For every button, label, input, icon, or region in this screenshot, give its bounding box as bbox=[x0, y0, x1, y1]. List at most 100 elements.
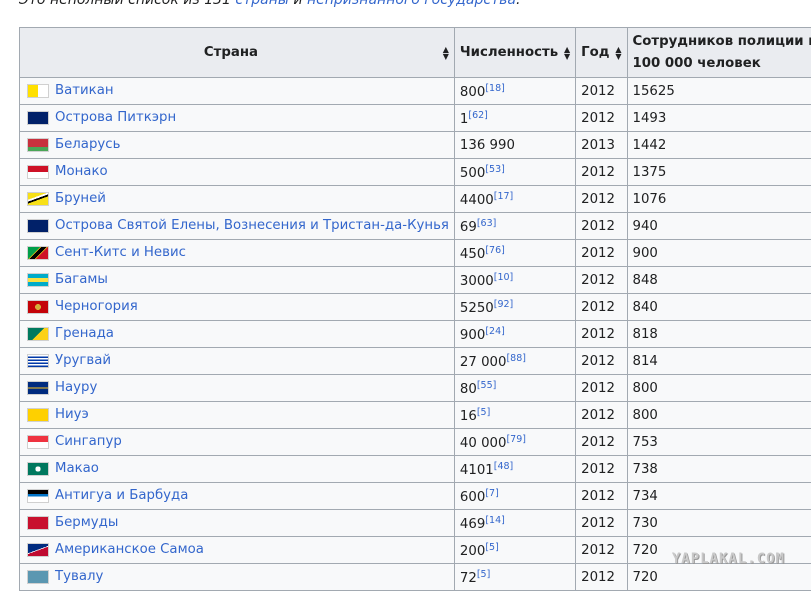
country-link[interactable]: Макао bbox=[55, 461, 99, 476]
flag-tuvalu-icon[interactable] bbox=[27, 569, 49, 584]
country-link[interactable]: Сингапур bbox=[55, 434, 122, 449]
cell-year: 2012 bbox=[575, 374, 628, 402]
column-header-country[interactable]: Страна ▲ ▼ bbox=[19, 27, 455, 78]
reference-link[interactable]: [14] bbox=[485, 515, 505, 526]
column-header-year[interactable]: Год ▲ ▼ bbox=[575, 27, 628, 78]
flag-singapore-icon[interactable] bbox=[27, 434, 49, 449]
cell-country: Американское Самоа bbox=[19, 536, 455, 564]
population-value: 4400 bbox=[459, 192, 494, 208]
sort-icon[interactable]: ▲ ▼ bbox=[615, 45, 621, 60]
flag-uruguay-icon[interactable] bbox=[27, 353, 49, 368]
flag-pitcairn-icon[interactable] bbox=[27, 110, 49, 125]
flag-american-samoa-icon[interactable] bbox=[27, 542, 49, 557]
flag-monaco-icon[interactable] bbox=[27, 164, 49, 179]
cell-population: 72[5] bbox=[453, 563, 577, 591]
cell-year: 2012 bbox=[575, 509, 628, 537]
caption-text: и bbox=[288, 0, 307, 8]
population-value: 80 bbox=[459, 381, 477, 397]
caption-link-unrecognized-state[interactable]: непризнанного государства bbox=[307, 0, 516, 8]
cell-year: 2012 bbox=[575, 266, 628, 294]
column-header-police-per-100k[interactable]: Сотрудников полиции на 100 000 человек ▼ bbox=[626, 27, 811, 78]
country-link[interactable]: Беларусь bbox=[55, 137, 120, 152]
cell-police-per-100k: 800 bbox=[626, 374, 811, 402]
table-row: Макао 4101[48] 2012 738 bbox=[19, 455, 811, 483]
flag-st-helena-icon[interactable] bbox=[27, 218, 49, 233]
cell-year: 2012 bbox=[575, 455, 628, 483]
country-link[interactable]: Ватикан bbox=[55, 83, 114, 98]
country-link[interactable]: Науру bbox=[55, 380, 97, 395]
column-header-label: 100 000 человек bbox=[632, 55, 761, 71]
reference-link[interactable]: [18] bbox=[485, 83, 505, 94]
reference-link[interactable]: [5] bbox=[485, 542, 498, 553]
flag-montenegro-icon[interactable] bbox=[27, 299, 49, 314]
sort-icon[interactable]: ▲ ▼ bbox=[564, 45, 570, 60]
country-link[interactable]: Монако bbox=[55, 164, 108, 179]
flag-nauru-icon[interactable] bbox=[27, 380, 49, 395]
population-value: 500 bbox=[459, 165, 486, 181]
population-value: 3000 bbox=[459, 273, 494, 289]
reference-link[interactable]: [10] bbox=[494, 272, 514, 283]
country-link[interactable]: Уругвай bbox=[55, 353, 111, 368]
population-value: 16 bbox=[459, 408, 477, 424]
reference-link[interactable]: [5] bbox=[477, 407, 490, 418]
country-link[interactable]: Антигуа и Барбуда bbox=[55, 488, 188, 503]
table-row: Гренада 900[24] 2012 818 bbox=[19, 320, 811, 348]
country-link[interactable]: Гренада bbox=[55, 326, 114, 341]
country-link[interactable]: Бруней bbox=[55, 191, 106, 206]
reference-link[interactable]: [53] bbox=[485, 164, 505, 175]
country-link[interactable]: Острова Святой Елены, Вознесения и Трист… bbox=[55, 218, 449, 233]
reference-link[interactable]: [79] bbox=[506, 434, 526, 445]
reference-link[interactable]: [92] bbox=[494, 299, 514, 310]
country-link[interactable]: Бермуды bbox=[55, 515, 118, 530]
flag-st-kitts-icon[interactable] bbox=[27, 245, 49, 260]
reference-link[interactable]: [7] bbox=[485, 488, 498, 499]
table-row: Острова Питкэрн 1[62] 2012 1493 bbox=[19, 104, 811, 132]
cell-country: Макао bbox=[19, 455, 455, 483]
country-link[interactable]: Сент-Китс и Невис bbox=[55, 245, 186, 260]
country-link[interactable]: Ниуэ bbox=[55, 407, 89, 422]
reference-link[interactable]: [55] bbox=[477, 380, 497, 391]
reference-link[interactable]: [24] bbox=[485, 326, 505, 337]
column-header-population[interactable]: Численность ▲ ▼ bbox=[453, 27, 577, 78]
reference-link[interactable]: [17] bbox=[494, 191, 514, 202]
flag-belarus-icon[interactable] bbox=[27, 137, 49, 152]
reference-link[interactable]: [76] bbox=[485, 245, 505, 256]
cell-year: 2012 bbox=[575, 563, 628, 591]
country-link[interactable]: Американское Самоа bbox=[55, 542, 204, 557]
cell-country: Гренада bbox=[19, 320, 455, 348]
flag-vatican-icon[interactable] bbox=[27, 83, 49, 98]
caption-link-countries[interactable]: страны bbox=[235, 0, 289, 8]
flag-macau-icon[interactable] bbox=[27, 461, 49, 476]
flag-bahamas-icon[interactable] bbox=[27, 272, 49, 287]
country-link[interactable]: Тувалу bbox=[55, 569, 103, 584]
cell-country: Сингапур bbox=[19, 428, 455, 456]
cell-year: 2012 bbox=[575, 428, 628, 456]
population-value: 469 bbox=[459, 516, 486, 532]
population-value: 5250 bbox=[459, 300, 494, 316]
country-link[interactable]: Черногория bbox=[55, 299, 138, 314]
cell-country: Антигуа и Барбуда bbox=[19, 482, 455, 510]
flag-brunei-icon[interactable] bbox=[27, 191, 49, 206]
flag-antigua-icon[interactable] bbox=[27, 488, 49, 503]
cell-population: 450[76] bbox=[453, 239, 577, 267]
cell-police-per-100k: 1076 bbox=[626, 185, 811, 213]
cell-country: Острова Святой Елены, Вознесения и Трист… bbox=[19, 212, 455, 240]
population-value: 900 bbox=[459, 327, 486, 343]
cell-year: 2012 bbox=[575, 401, 628, 429]
reference-link[interactable]: [62] bbox=[468, 110, 488, 121]
country-link[interactable]: Острова Питкэрн bbox=[55, 110, 176, 125]
sort-icon[interactable]: ▲ ▼ bbox=[443, 45, 449, 60]
country-link[interactable]: Багамы bbox=[55, 272, 108, 287]
table-row: Багамы 3000[10] 2012 848 bbox=[19, 266, 811, 294]
reference-link[interactable]: [48] bbox=[494, 461, 514, 472]
flag-bermuda-icon[interactable] bbox=[27, 515, 49, 530]
cell-year: 2012 bbox=[575, 347, 628, 375]
reference-link[interactable]: [63] bbox=[477, 218, 497, 229]
population-value: 200 bbox=[459, 543, 486, 559]
flag-grenada-icon[interactable] bbox=[27, 326, 49, 341]
reference-link[interactable]: [5] bbox=[477, 569, 490, 580]
cell-year: 2012 bbox=[575, 104, 628, 132]
reference-link[interactable]: [88] bbox=[506, 353, 526, 364]
flag-niue-icon[interactable] bbox=[27, 407, 49, 422]
cell-country: Острова Питкэрн bbox=[19, 104, 455, 132]
